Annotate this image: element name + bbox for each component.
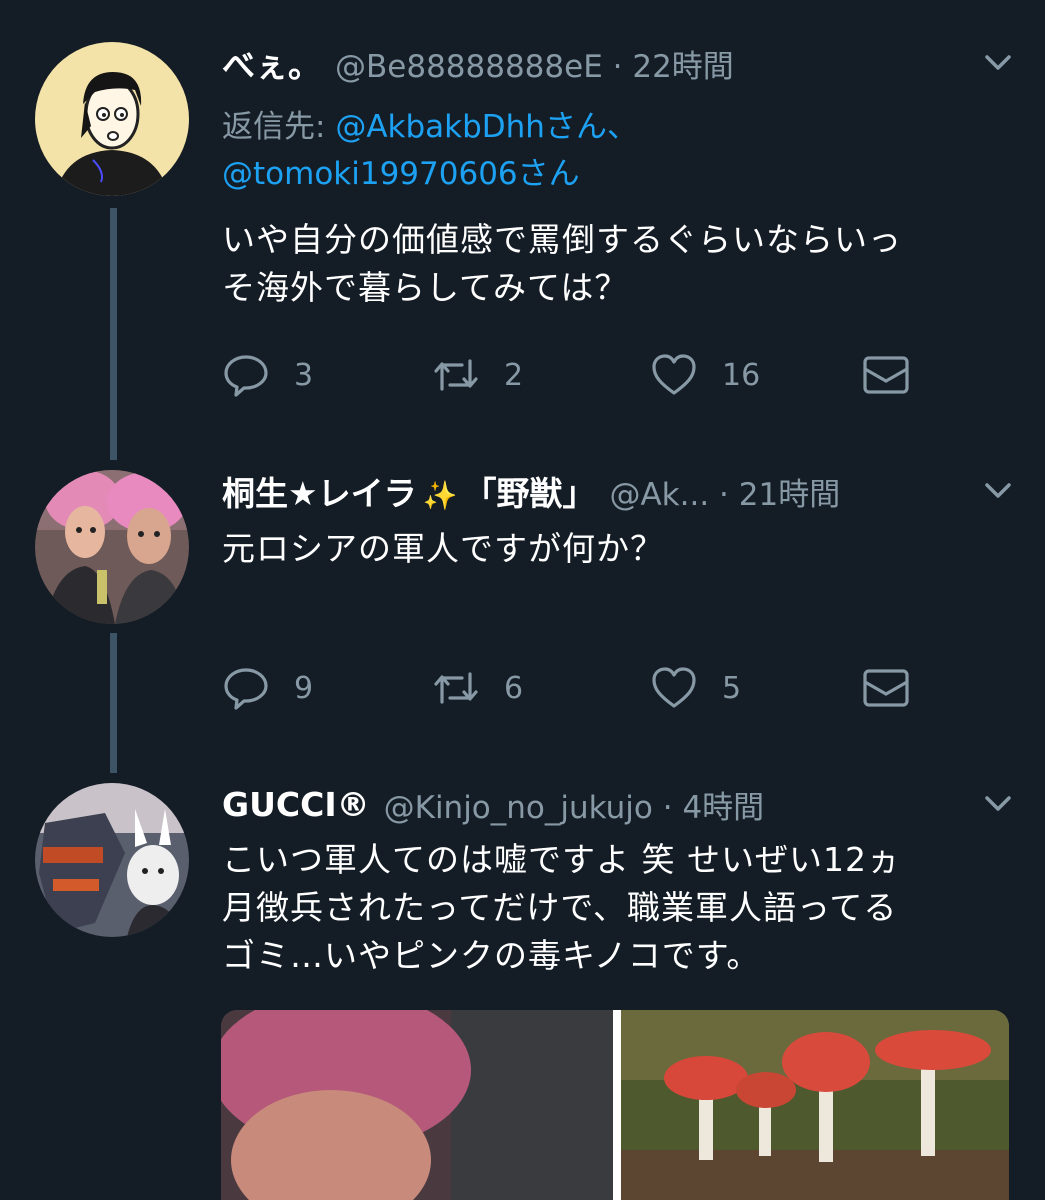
display-name[interactable]: べぇ。 — [222, 39, 321, 87]
display-name[interactable]: 桐生★レイラ ✨ 「野獣」 — [222, 467, 595, 515]
handle[interactable]: @Ak... — [609, 477, 709, 513]
tweet-text: こいつ軍人てのは嘘ですよ 笑 せいぜい12ヵ 月徴兵されたってだけで、職業軍人語… — [222, 836, 1022, 980]
handle[interactable]: @Kinjo_no_jukujo — [384, 790, 653, 826]
retweet-button[interactable]: 2 — [432, 350, 523, 400]
tweet-text: いや自分の価値感で罵倒するぐらいならいっ そ海外で暮らしてみては？ — [222, 216, 1022, 312]
timestamp[interactable]: 4時間 — [682, 790, 764, 826]
reply-count: 9 — [294, 670, 314, 706]
chevron-down-icon[interactable] — [981, 476, 1015, 504]
tweet-text-line: 元ロシアの軍人ですが何か？ — [222, 529, 664, 568]
retweet-button[interactable]: 6 — [432, 663, 523, 713]
like-count: 5 — [722, 670, 742, 706]
avatar[interactable] — [35, 42, 189, 196]
tweet-actions: 9 6 5 — [222, 663, 922, 713]
dm-icon — [863, 356, 909, 394]
like-icon — [652, 667, 696, 708]
separator: · — [602, 48, 633, 85]
reply-button[interactable]: 9 — [222, 663, 313, 713]
like-icon — [652, 354, 696, 395]
tweet-actions: 3 2 16 — [222, 350, 922, 400]
reply-to-label: 返信先: — [222, 109, 336, 145]
thread-line — [110, 633, 117, 773]
reply-icon — [224, 355, 268, 397]
thread-line — [110, 208, 117, 460]
tweet-meta: @Kinjo_no_jukujo · 4時間 — [384, 782, 765, 827]
like-button[interactable]: 16 — [650, 350, 760, 400]
dm-button[interactable] — [862, 350, 910, 400]
like-count: 16 — [722, 357, 761, 393]
tweet-text-line: 月徴兵されたってだけで、職業軍人語ってる — [222, 888, 898, 927]
chevron-down-icon[interactable] — [981, 48, 1015, 76]
timestamp[interactable]: 21時間 — [739, 477, 840, 513]
reply-icon — [224, 668, 268, 710]
dm-button[interactable] — [862, 663, 910, 713]
tweet-media[interactable] — [221, 1010, 1009, 1200]
handle[interactable]: @Be88888888eE — [335, 49, 603, 85]
tweet-text-line: こいつ軍人てのは嘘ですよ 笑 せいぜい12ヵ — [222, 840, 901, 879]
dm-icon — [863, 669, 909, 707]
reply-button[interactable]: 3 — [222, 350, 313, 400]
tweet-meta: @Ak... · 21時間 — [609, 469, 840, 514]
separator: · — [709, 476, 739, 513]
tweet-header: 桐生★レイラ ✨ 「野獣」 @Ak... · 21時間 — [222, 468, 1015, 514]
reply-to: 返信先: @AkbakbDhhさん、 @tomoki19970606さん — [222, 104, 638, 198]
tweet-text-line: いや自分の価値感で罵倒するぐらいならいっ — [222, 220, 902, 259]
mention-link[interactable]: @tomoki19970606さん — [222, 156, 580, 192]
avatar[interactable] — [35, 783, 189, 937]
mention-link[interactable]: @AkbakbDhhさん、 — [335, 109, 638, 145]
reply-count: 3 — [294, 357, 314, 393]
tweet-text-line: ゴミ…いやピンクの毒キノコです。 — [222, 936, 761, 975]
like-button[interactable]: 5 — [650, 663, 741, 713]
tweet-header: べぇ。 @Be88888888eE · 22時間 — [222, 40, 1015, 86]
retweet-icon — [434, 359, 478, 391]
retweet-icon — [434, 672, 478, 704]
display-name[interactable]: GUCCI® — [222, 785, 370, 824]
sparkle-emoji: ✨ — [422, 479, 458, 512]
retweet-count: 2 — [504, 357, 524, 393]
avatar[interactable] — [35, 470, 189, 624]
chevron-down-icon[interactable] — [981, 789, 1015, 817]
tweet-meta: @Be88888888eE · 22時間 — [335, 41, 734, 86]
tweet-text: 元ロシアの軍人ですが何か？ — [222, 525, 1022, 573]
tweet-header: GUCCI® @Kinjo_no_jukujo · 4時間 — [222, 781, 1015, 827]
separator: · — [652, 789, 683, 826]
timestamp[interactable]: 22時間 — [632, 49, 733, 85]
retweet-count: 6 — [504, 670, 524, 706]
display-name-part: 桐生★レイラ — [222, 474, 417, 513]
display-name-part: 「野獣」 — [463, 474, 596, 513]
tweet-text-line: そ海外で暮らしてみては？ — [222, 268, 629, 307]
